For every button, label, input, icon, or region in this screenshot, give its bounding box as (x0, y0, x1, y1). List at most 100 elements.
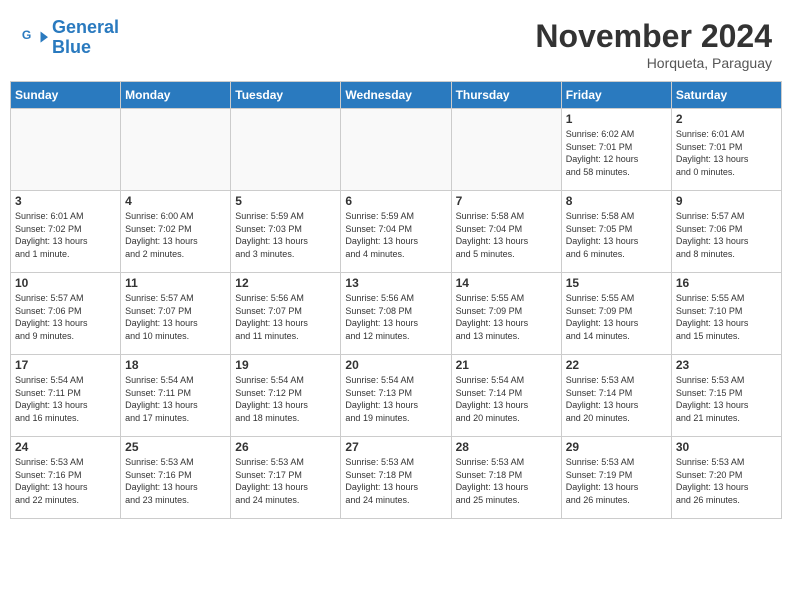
day-cell (11, 109, 121, 191)
weekday-header-tuesday: Tuesday (231, 82, 341, 109)
day-cell: 10 Sunrise: 5:57 AMSunset: 7:06 PMDayligh… (11, 273, 121, 355)
weekday-header-row: SundayMondayTuesdayWednesdayThursdayFrid… (11, 82, 782, 109)
location: Horqueta, Paraguay (535, 55, 772, 71)
day-info: Sunrise: 5:53 AMSunset: 7:18 PMDaylight:… (345, 456, 446, 506)
day-info: Sunrise: 5:55 AMSunset: 7:10 PMDaylight:… (676, 292, 777, 342)
week-row-4: 24 Sunrise: 5:53 AMSunset: 7:16 PMDayligh… (11, 437, 782, 519)
day-cell: 24 Sunrise: 5:53 AMSunset: 7:16 PMDayligh… (11, 437, 121, 519)
day-number: 25 (125, 440, 226, 454)
day-info: Sunrise: 5:59 AMSunset: 7:03 PMDaylight:… (235, 210, 336, 260)
day-info: Sunrise: 5:53 AMSunset: 7:18 PMDaylight:… (456, 456, 557, 506)
day-info: Sunrise: 5:57 AMSunset: 7:06 PMDaylight:… (676, 210, 777, 260)
title-block: November 2024 Horqueta, Paraguay (535, 18, 772, 71)
day-cell: 27 Sunrise: 5:53 AMSunset: 7:18 PMDayligh… (341, 437, 451, 519)
day-info: Sunrise: 5:53 AMSunset: 7:14 PMDaylight:… (566, 374, 667, 424)
day-cell: 1 Sunrise: 6:02 AMSunset: 7:01 PMDaylight… (561, 109, 671, 191)
day-cell: 18Sunrise: 5:54 AMSunset: 7:11 PMDayligh… (121, 355, 231, 437)
day-cell: 7 Sunrise: 5:58 AMSunset: 7:04 PMDaylight… (451, 191, 561, 273)
day-info: Sunrise: 5:54 AMSunset: 7:11 PMDaylight:… (15, 374, 116, 424)
day-cell: 21 Sunrise: 5:54 AMSunset: 7:14 PMDayligh… (451, 355, 561, 437)
day-number: 27 (345, 440, 446, 454)
week-row-1: 3Sunrise: 6:01 AMSunset: 7:02 PMDaylight… (11, 191, 782, 273)
calendar-table: SundayMondayTuesdayWednesdayThursdayFrid… (10, 81, 782, 519)
day-number: 7 (456, 194, 557, 208)
weekday-header-monday: Monday (121, 82, 231, 109)
week-row-2: 10 Sunrise: 5:57 AMSunset: 7:06 PMDayligh… (11, 273, 782, 355)
day-number: 2 (676, 112, 777, 126)
day-number: 17 (15, 358, 116, 372)
day-cell: 28 Sunrise: 5:53 AMSunset: 7:18 PMDayligh… (451, 437, 561, 519)
day-info: Sunrise: 5:53 AMSunset: 7:16 PMDaylight:… (15, 456, 116, 506)
day-cell (121, 109, 231, 191)
svg-text:G: G (22, 28, 31, 42)
day-number: 26 (235, 440, 336, 454)
day-number: 24 (15, 440, 116, 454)
day-info: Sunrise: 5:57 AMSunset: 7:07 PMDaylight:… (125, 292, 226, 342)
day-number: 11 (125, 276, 226, 290)
day-cell (451, 109, 561, 191)
day-number: 22 (566, 358, 667, 372)
month-title: November 2024 (535, 18, 772, 55)
day-cell: 20 Sunrise: 5:54 AMSunset: 7:13 PMDayligh… (341, 355, 451, 437)
day-cell: 3Sunrise: 6:01 AMSunset: 7:02 PMDaylight… (11, 191, 121, 273)
day-number: 10 (15, 276, 116, 290)
weekday-header-thursday: Thursday (451, 82, 561, 109)
day-cell: 13 Sunrise: 5:56 AMSunset: 7:08 PMDayligh… (341, 273, 451, 355)
day-number: 12 (235, 276, 336, 290)
weekday-header-saturday: Saturday (671, 82, 781, 109)
day-info: Sunrise: 5:56 AMSunset: 7:08 PMDaylight:… (345, 292, 446, 342)
day-info: Sunrise: 5:56 AMSunset: 7:07 PMDaylight:… (235, 292, 336, 342)
day-cell: 5 Sunrise: 5:59 AMSunset: 7:03 PMDaylight… (231, 191, 341, 273)
day-number: 15 (566, 276, 667, 290)
calendar-wrapper: SundayMondayTuesdayWednesdayThursdayFrid… (0, 81, 792, 529)
logo-icon: G (20, 24, 48, 52)
day-info: Sunrise: 5:54 AMSunset: 7:14 PMDaylight:… (456, 374, 557, 424)
day-cell: 30 Sunrise: 5:53 AMSunset: 7:20 PMDayligh… (671, 437, 781, 519)
weekday-header-wednesday: Wednesday (341, 82, 451, 109)
weekday-header-friday: Friday (561, 82, 671, 109)
day-number: 19 (235, 358, 336, 372)
day-info: Sunrise: 5:55 AMSunset: 7:09 PMDaylight:… (456, 292, 557, 342)
logo-text: General Blue (52, 18, 119, 58)
day-info: Sunrise: 5:54 AMSunset: 7:11 PMDaylight:… (125, 374, 226, 424)
day-cell (231, 109, 341, 191)
day-number: 28 (456, 440, 557, 454)
day-info: Sunrise: 5:57 AMSunset: 7:06 PMDaylight:… (15, 292, 116, 342)
day-info: Sunrise: 6:01 AMSunset: 7:02 PMDaylight:… (15, 210, 116, 260)
day-info: Sunrise: 6:01 AMSunset: 7:01 PMDaylight:… (676, 128, 777, 178)
day-cell: 11 Sunrise: 5:57 AMSunset: 7:07 PMDayligh… (121, 273, 231, 355)
day-info: Sunrise: 5:53 AMSunset: 7:20 PMDaylight:… (676, 456, 777, 506)
day-cell: 19 Sunrise: 5:54 AMSunset: 7:12 PMDayligh… (231, 355, 341, 437)
day-number: 8 (566, 194, 667, 208)
week-row-3: 17 Sunrise: 5:54 AMSunset: 7:11 PMDayligh… (11, 355, 782, 437)
day-cell (341, 109, 451, 191)
day-number: 21 (456, 358, 557, 372)
day-number: 6 (345, 194, 446, 208)
day-number: 13 (345, 276, 446, 290)
day-cell: 15Sunrise: 5:55 AMSunset: 7:09 PMDayligh… (561, 273, 671, 355)
day-number: 16 (676, 276, 777, 290)
day-number: 1 (566, 112, 667, 126)
day-cell: 8 Sunrise: 5:58 AMSunset: 7:05 PMDaylight… (561, 191, 671, 273)
weekday-header-sunday: Sunday (11, 82, 121, 109)
day-info: Sunrise: 5:54 AMSunset: 7:13 PMDaylight:… (345, 374, 446, 424)
day-cell: 12 Sunrise: 5:56 AMSunset: 7:07 PMDayligh… (231, 273, 341, 355)
day-number: 29 (566, 440, 667, 454)
day-info: Sunrise: 5:58 AMSunset: 7:05 PMDaylight:… (566, 210, 667, 260)
day-info: Sunrise: 5:59 AMSunset: 7:04 PMDaylight:… (345, 210, 446, 260)
day-info: Sunrise: 5:53 AMSunset: 7:17 PMDaylight:… (235, 456, 336, 506)
day-number: 5 (235, 194, 336, 208)
day-info: Sunrise: 6:02 AMSunset: 7:01 PMDaylight:… (566, 128, 667, 178)
day-number: 14 (456, 276, 557, 290)
day-number: 23 (676, 358, 777, 372)
day-cell: 4Sunrise: 6:00 AMSunset: 7:02 PMDaylight… (121, 191, 231, 273)
day-number: 20 (345, 358, 446, 372)
day-info: Sunrise: 5:58 AMSunset: 7:04 PMDaylight:… (456, 210, 557, 260)
day-info: Sunrise: 5:53 AMSunset: 7:19 PMDaylight:… (566, 456, 667, 506)
day-cell: 17 Sunrise: 5:54 AMSunset: 7:11 PMDayligh… (11, 355, 121, 437)
day-info: Sunrise: 5:53 AMSunset: 7:16 PMDaylight:… (125, 456, 226, 506)
day-number: 30 (676, 440, 777, 454)
day-info: Sunrise: 5:54 AMSunset: 7:12 PMDaylight:… (235, 374, 336, 424)
day-number: 9 (676, 194, 777, 208)
day-number: 4 (125, 194, 226, 208)
